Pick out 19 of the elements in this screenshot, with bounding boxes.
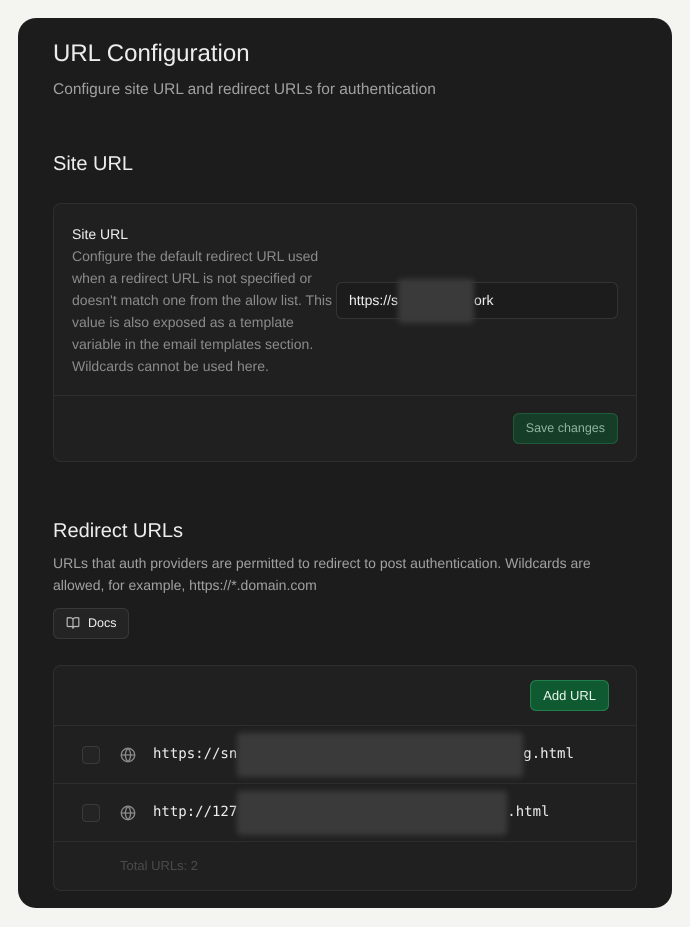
url-text: https://sn [153,745,238,764]
globe-icon [120,746,136,763]
globe-icon [120,804,136,821]
book-icon [66,616,80,630]
row-checkbox[interactable] [82,746,100,764]
save-changes-button[interactable]: Save changes [512,413,618,444]
section-description: URLs that auth providers are permitted to redirect to post authentication. Wildcards are allowed, for example, https://*.domain.com [53,554,592,595]
section-heading: Site URL [53,152,134,178]
url-text: .html [507,803,550,822]
page-subtitle: Configure site URL and redirect URLs for authentication [53,80,437,100]
field-label: Site URL [72,225,130,244]
section-heading: Redirect URLs [53,519,184,544]
row-checkbox[interactable] [82,804,100,822]
url-text: g.html [523,745,574,764]
docs-button[interactable]: Docs [53,608,130,639]
url-text: http://127 [153,803,238,822]
add-url-button[interactable]: Add URL [530,680,609,712]
page-title: URL Configuration [53,39,251,69]
field-description: Configure the default redirect URL used when a redirect URL is not specified or doesn't match one from the allow list. This value is also exposed as a template variable in the email templates section. Wildcards cannot be used here. [72,247,333,376]
